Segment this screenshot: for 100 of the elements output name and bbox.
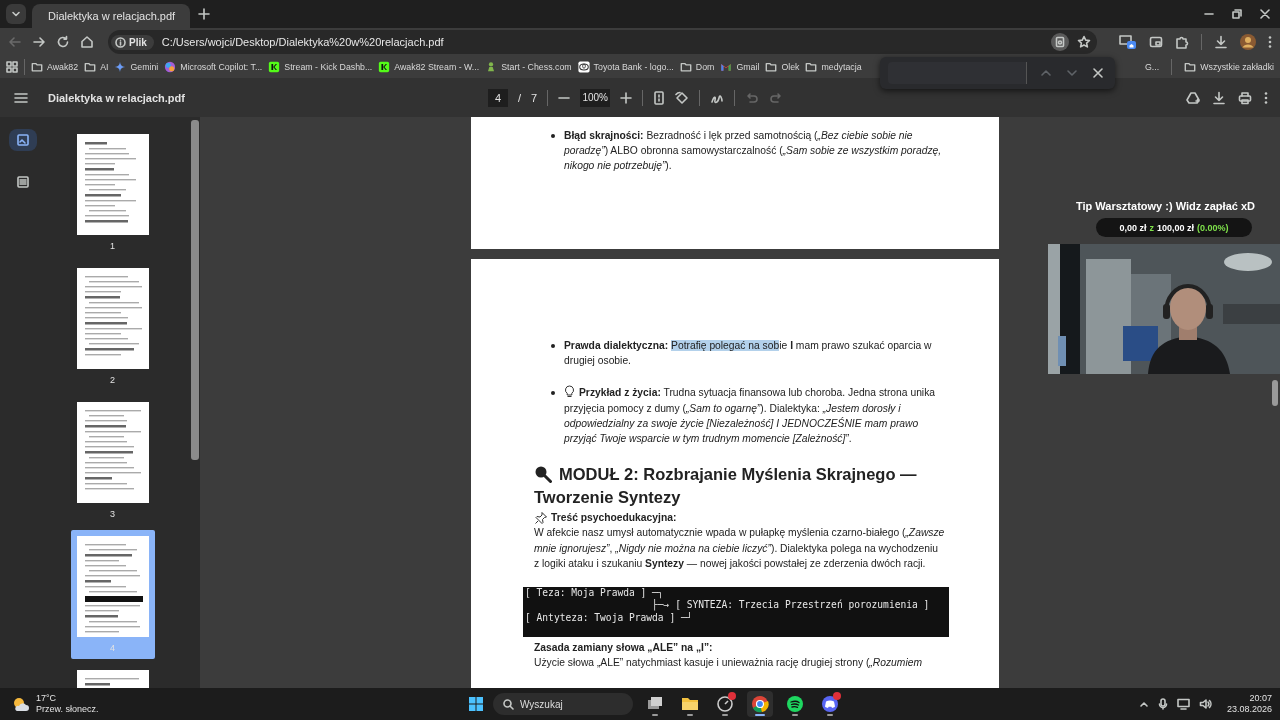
page-thumbnail[interactable]: 2 bbox=[70, 262, 155, 391]
drive-add-icon[interactable] bbox=[1186, 90, 1200, 105]
oval-icon bbox=[577, 61, 590, 73]
taskbar-app[interactable] bbox=[747, 691, 773, 717]
address-bar[interactable]: Plik C:/Users/wojci/Desktop/Dialektyka%20w%20relacjach.pdf bbox=[108, 30, 1097, 54]
bookmark[interactable]: Gmail bbox=[720, 61, 760, 73]
bullet-dot bbox=[551, 134, 555, 138]
avatar-icon[interactable] bbox=[1240, 34, 1256, 50]
code-block: [ Teza: Moja Prawda ] ─┐ ├─→ [ SYNTEZA: Trzecia Przestrzeń porozumienia ] [ Antyteza: Twoja Prawda ] ─┘ bbox=[523, 587, 949, 638]
page-search-icon[interactable] bbox=[1051, 33, 1069, 51]
lightbulb-icon bbox=[564, 385, 575, 399]
page-total: 7 bbox=[531, 91, 538, 104]
home-icon[interactable] bbox=[80, 35, 94, 49]
bullet-text: Prawda dialektyczna: Potrafię polegać na sobie I mam prawo szukać oparcia w drugiej osobie. bbox=[564, 339, 933, 369]
bullet-text: Przykład z życia: Trudna sytuacja finansowa lub choroba. Jedna strona unika przyjęcia pomocy z dumy („Sam to ogarnę”). Dialektyka: „Jestem dorosły i odpowiedzialny za swoje życie [Niezależność] I JEDNOCZEŚNIE mam prawo przyjąć Twoje wsparcie w tym trudnym momencie [Zależność]”. bbox=[564, 385, 937, 446]
rotate-icon[interactable] bbox=[675, 90, 690, 105]
pushpin-icon bbox=[534, 510, 548, 525]
url-text: C:/Users/wojci/Desktop/Dialektyka%20w%20relacjach.pdf bbox=[161, 36, 445, 48]
overlay-title: Tip Warsztatowy :) Widz zapłać xD bbox=[1076, 200, 1255, 212]
bookmark[interactable]: Awak82 bbox=[31, 61, 79, 73]
bookmark[interactable]: G... bbox=[1145, 62, 1160, 72]
goal-progress-bar: 0,00 zł z 100,00 zł (0.00%) bbox=[1096, 218, 1252, 237]
print-icon[interactable] bbox=[1238, 90, 1252, 105]
page-thumbnail[interactable]: 3 bbox=[70, 396, 155, 525]
reload-icon[interactable] bbox=[56, 35, 70, 49]
download-icon[interactable] bbox=[1214, 35, 1228, 49]
chevron-up-icon[interactable] bbox=[1138, 699, 1149, 709]
apps-grid-icon[interactable] bbox=[6, 61, 18, 73]
site-info-chip[interactable]: Plik bbox=[111, 34, 154, 50]
bullet-text: Błąd skrajności: Bezradność i lęk przed samotnością („Bez ciebie sobie nie poradzę”) ALBO obronna samowystarczalność („Sam sobie ze wszystkim poradzę, nikogo nie potrzebuję”). bbox=[564, 129, 942, 174]
microphone-icon[interactable] bbox=[1157, 698, 1168, 710]
square-icon bbox=[378, 61, 391, 73]
folder-icon bbox=[679, 61, 692, 73]
swirl-icon bbox=[164, 61, 177, 73]
folder-icon bbox=[805, 61, 818, 73]
tab-search-button[interactable] bbox=[6, 4, 26, 24]
search-icon bbox=[503, 698, 514, 710]
bookmark[interactable]: Start - Chess.com bbox=[485, 61, 572, 73]
page-thumbnail[interactable]: 1 bbox=[70, 128, 155, 257]
spotify-icon bbox=[786, 695, 804, 713]
more-icon[interactable] bbox=[1264, 90, 1268, 105]
bookmark[interactable]: Gemini bbox=[114, 61, 159, 73]
square-icon bbox=[268, 61, 281, 73]
sun-cloud-icon bbox=[12, 696, 30, 712]
magnifier-icon bbox=[534, 465, 552, 484]
document-title: Dialektyka w relacjach.pdf bbox=[48, 91, 186, 104]
info-icon bbox=[115, 36, 126, 48]
browser-tab[interactable]: Dialektyka w relacjach.pdf bbox=[32, 4, 190, 28]
paragraph: W afekcie nasz umysł automatycznie wpada w pułapkę myślenia czarno-białego („Zawsze mnie ignorujesz”, „Nigdy nie można na ciebie liczyć”). Dialektyka polega na wychodzeniu z logiki ataku i szukaniu Syntezy — nowej jakości powstałej ze zderzenia dwóch racji. bbox=[534, 526, 946, 571]
weather-text: Przew. słonecz. bbox=[36, 704, 99, 715]
close-icon[interactable] bbox=[1260, 9, 1270, 19]
bookmark[interactable]: medytacja bbox=[805, 61, 862, 73]
paragraph: Użycie słowa „ALE” natychmiast kasuje i unieważnia rację drugiej strony („Rozumiem bbox=[534, 656, 923, 671]
folder-icon bbox=[84, 61, 97, 73]
folder-icon bbox=[1184, 61, 1197, 73]
page-separator: / bbox=[518, 91, 522, 104]
envelope-icon bbox=[720, 61, 733, 73]
bookmark[interactable]: Awak82 Stream - W... bbox=[378, 61, 480, 73]
fit-page-icon[interactable] bbox=[653, 90, 666, 105]
star-icon[interactable] bbox=[1077, 35, 1091, 49]
forward-arrow-icon[interactable] bbox=[32, 35, 46, 49]
windows-logo-icon[interactable] bbox=[468, 696, 484, 712]
plus-icon[interactable] bbox=[620, 91, 633, 104]
plus-icon[interactable] bbox=[198, 8, 210, 20]
bookmark[interactable]: Stream - Kick Dashb... bbox=[268, 61, 373, 73]
more-icon[interactable] bbox=[1268, 35, 1272, 49]
bookmark[interactable]: Microsoft Copilot: T... bbox=[164, 61, 263, 73]
bookmark[interactable]: Olek bbox=[765, 61, 800, 73]
page-number-field[interactable]: 4 bbox=[488, 88, 508, 107]
chrome-icon bbox=[751, 695, 769, 713]
list-icon bbox=[15, 175, 30, 189]
temperature-text: 17°C bbox=[36, 693, 58, 704]
puzzle-icon[interactable] bbox=[1175, 35, 1189, 49]
module-heading: MODUŁ 2: Rozbrajanie Myślenia Skrajnego — Tworzenie Syntezy bbox=[534, 464, 918, 509]
folder-icon bbox=[681, 695, 699, 713]
clock[interactable]: 20:07 23.08.2026 bbox=[1226, 693, 1272, 715]
label-text: Treść psychoedukacyjna: bbox=[551, 511, 677, 526]
controller-icon bbox=[821, 695, 839, 713]
folder-icon bbox=[31, 61, 43, 73]
bookmark[interactable]: AI bbox=[84, 61, 109, 73]
scrollbar-thumb[interactable] bbox=[1272, 380, 1278, 406]
menu-icon[interactable] bbox=[14, 91, 28, 104]
bookmark[interactable]: Toyota Bank - logo... bbox=[577, 61, 674, 73]
thumbnail-view-button[interactable] bbox=[8, 129, 37, 151]
bookmark[interactable]: Dom bbox=[679, 61, 715, 73]
zoom-field[interactable]: 100% bbox=[580, 88, 611, 107]
gauge-icon bbox=[716, 695, 734, 713]
bookmark[interactable]: Wszystkie zakładki bbox=[1184, 61, 1274, 73]
folder-icon bbox=[765, 61, 778, 73]
search-field[interactable]: Wyszukaj bbox=[493, 693, 633, 715]
restore-icon[interactable] bbox=[1232, 9, 1242, 19]
monitor-icon[interactable] bbox=[1176, 698, 1190, 710]
speaker-icon[interactable] bbox=[1198, 698, 1212, 710]
image-icon bbox=[15, 133, 30, 147]
bullet-dot bbox=[551, 344, 555, 348]
bullet-dot bbox=[551, 391, 555, 396]
download-icon[interactable] bbox=[1212, 90, 1226, 105]
cast-icon[interactable] bbox=[1149, 35, 1163, 49]
scrollbar-thumb[interactable] bbox=[191, 120, 199, 460]
rule-heading: Zasada zamiany słowa „ALE” na „I”: bbox=[534, 641, 714, 656]
